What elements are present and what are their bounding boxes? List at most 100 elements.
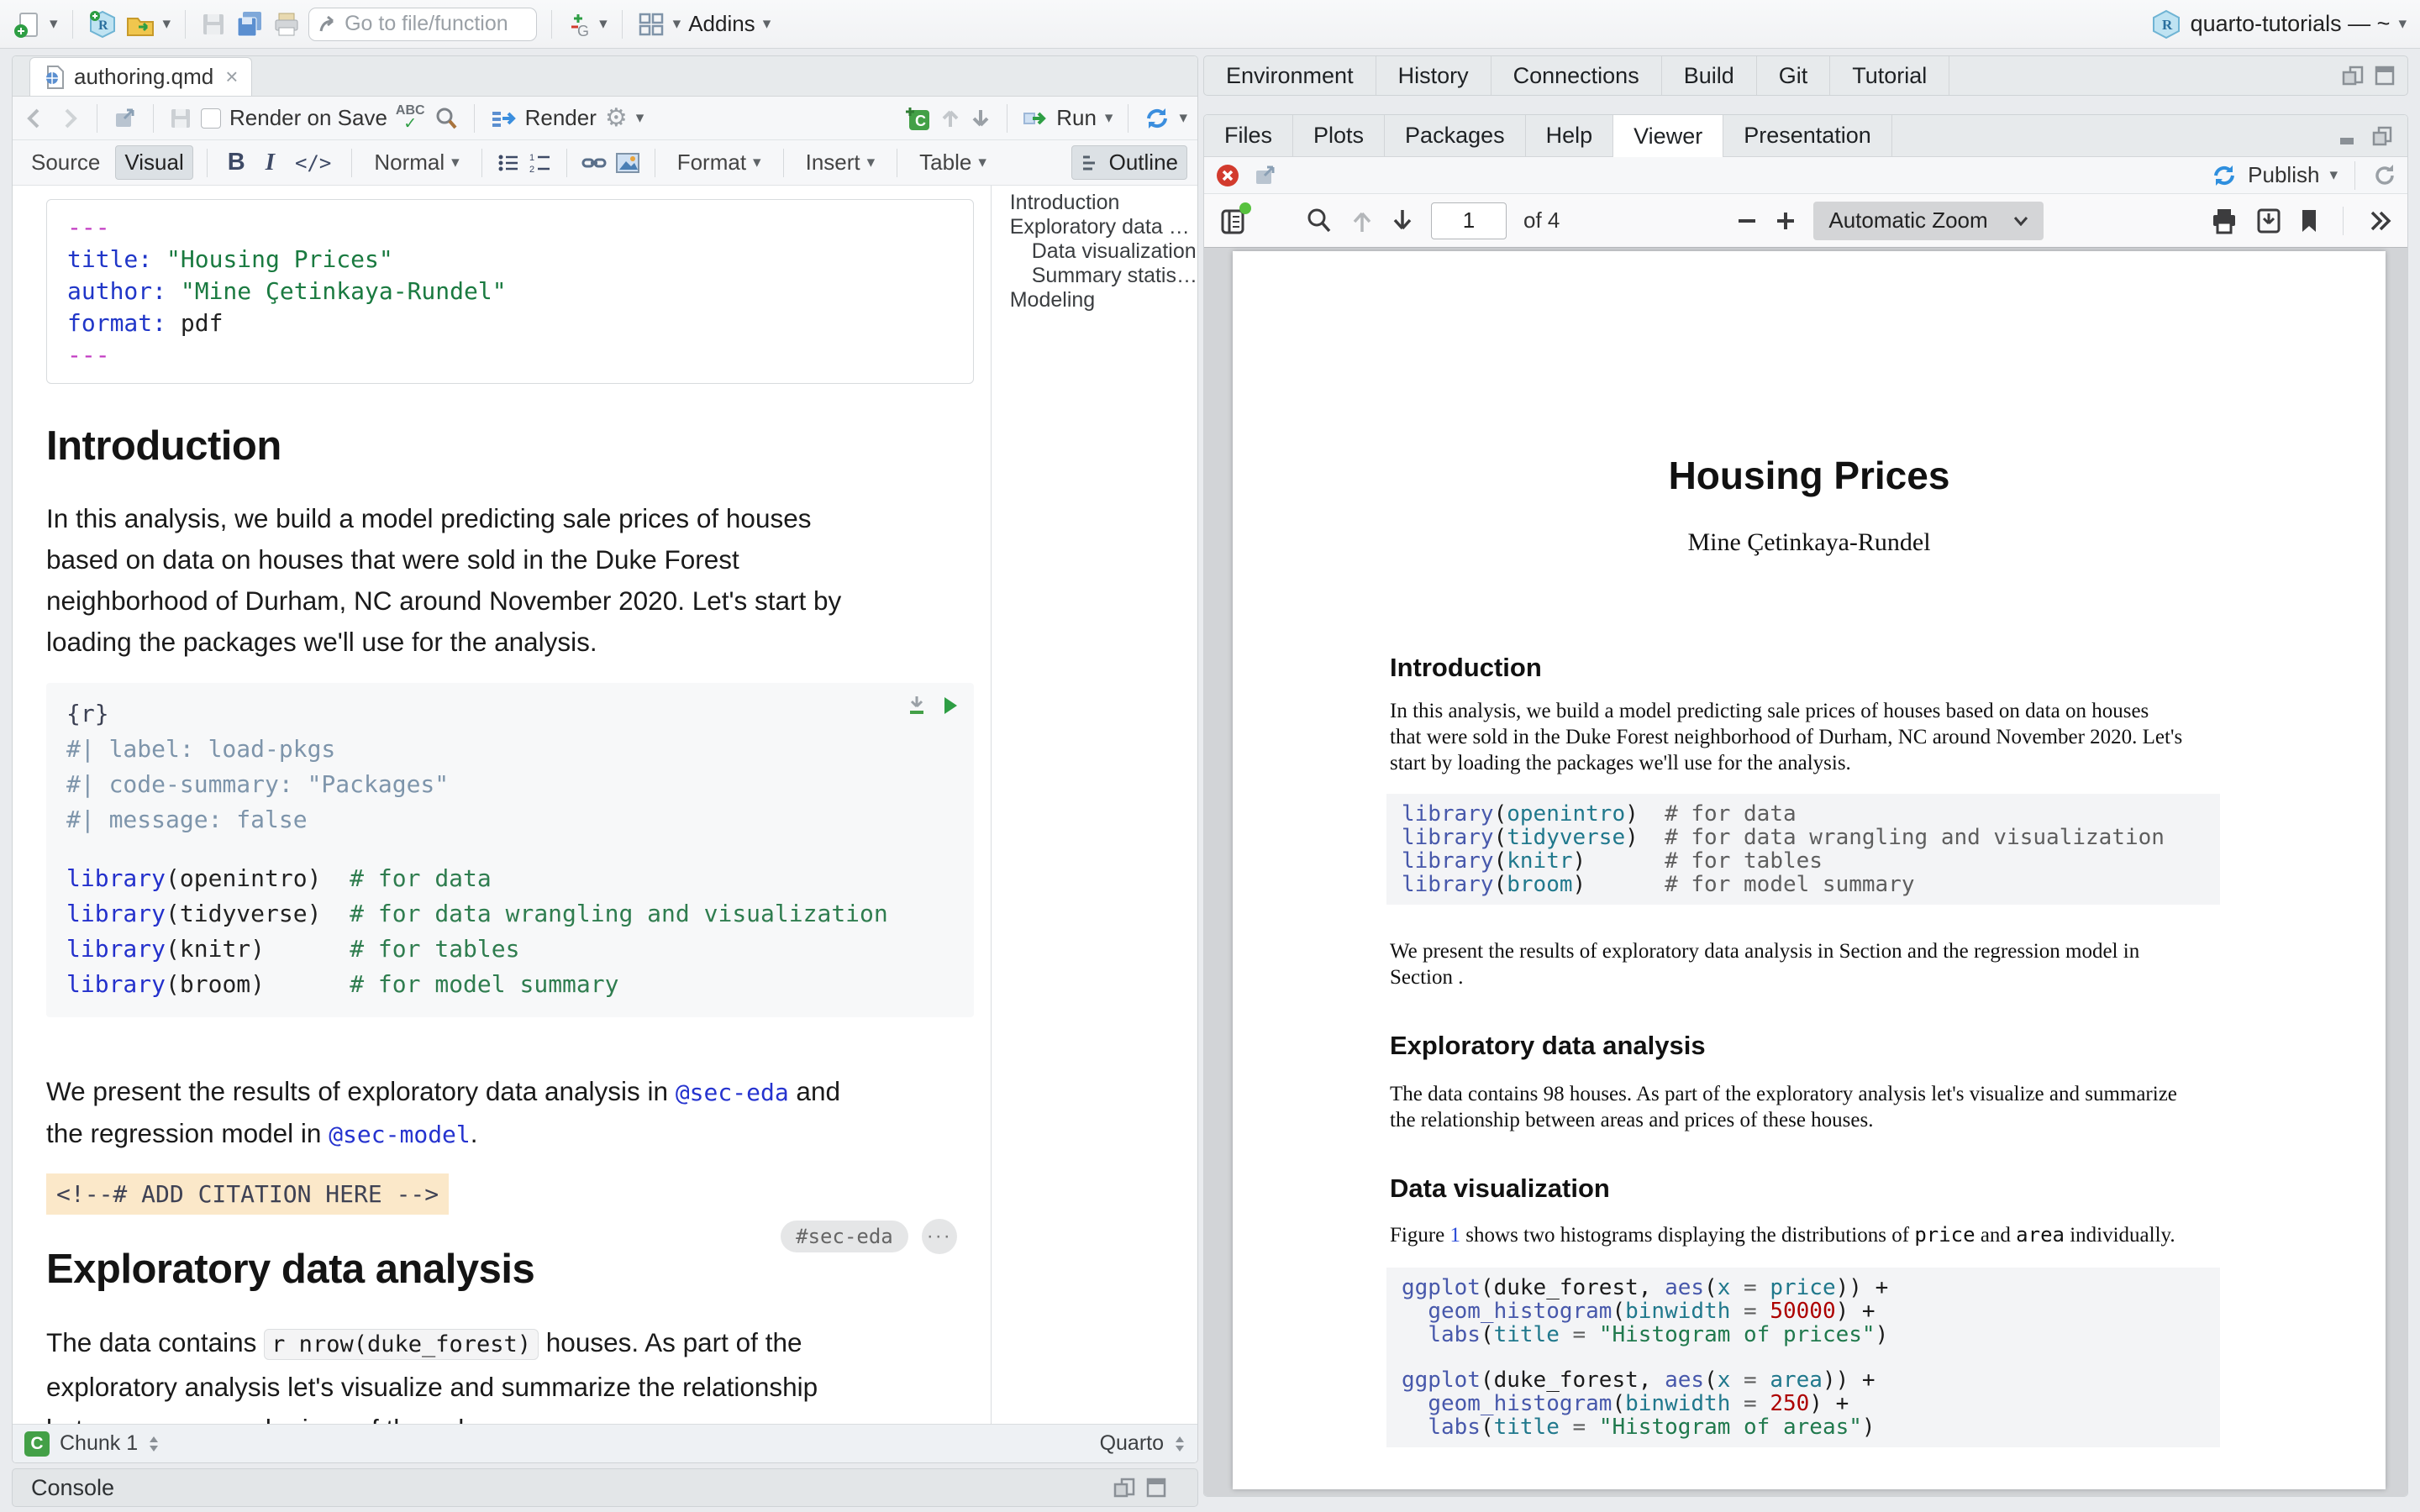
tab-plots[interactable]: Plots xyxy=(1293,115,1385,156)
print-icon[interactable] xyxy=(272,11,301,38)
gear-icon[interactable]: ⚙ xyxy=(605,103,628,133)
pdf-viewer-canvas[interactable]: Housing Prices Mine Çetinkaya-Rundel Int… xyxy=(1204,248,2407,1496)
outline-item-modeling[interactable]: Modeling xyxy=(1010,288,1197,312)
run-icon[interactable] xyxy=(1023,107,1048,130)
pdf-previous-page-icon[interactable] xyxy=(1350,207,1374,235)
link-icon[interactable] xyxy=(581,151,608,175)
tab-environment[interactable]: Environment xyxy=(1204,56,1376,95)
run-chunks-above-icon[interactable] xyxy=(907,695,927,717)
save-icon[interactable] xyxy=(200,11,227,38)
open-in-new-window-icon[interactable] xyxy=(1253,164,1278,187)
tab-viewer[interactable]: Viewer xyxy=(1613,115,1723,157)
tab-history[interactable]: History xyxy=(1376,56,1491,95)
maximize-pane-icon[interactable] xyxy=(1145,1476,1167,1499)
bold-button[interactable]: B xyxy=(221,149,252,176)
source-rerun-caret[interactable]: ▾ xyxy=(1179,110,1187,126)
goto-file-input[interactable] xyxy=(345,12,521,36)
source-mode-button[interactable]: Source xyxy=(23,146,108,179)
tab-close-icon[interactable]: × xyxy=(225,64,238,90)
run-button[interactable]: Run xyxy=(1056,105,1097,131)
citation-comment[interactable]: <!--# ADD CITATION HERE --> xyxy=(46,1173,449,1215)
pdf-page-number-input[interactable] xyxy=(1431,202,1507,239)
render-on-save-checkbox[interactable] xyxy=(201,108,221,129)
version-control-icon[interactable]: G xyxy=(566,8,592,40)
outline-item-summary-statistics[interactable]: Summary statis… xyxy=(1010,264,1197,288)
pdf-more-tools-icon[interactable] xyxy=(2367,209,2392,233)
render-options-caret[interactable]: ▾ xyxy=(636,110,644,126)
r-code-chunk[interactable]: {r} #| label: load-pkgs #| code-summary:… xyxy=(46,683,974,1017)
visual-editor-canvas[interactable]: --- title: "Housing Prices" author: "Min… xyxy=(13,186,992,1424)
maximize-pane-icon[interactable] xyxy=(2370,124,2396,148)
minimize-pane-icon[interactable] xyxy=(2337,124,2362,148)
pdf-sidebar-toggle-icon[interactable] xyxy=(1219,206,1248,236)
minimize-pane-icon[interactable] xyxy=(2340,64,2365,87)
forward-icon[interactable] xyxy=(56,107,82,130)
pdf-zoom-out-icon[interactable] xyxy=(1736,210,1758,232)
chunk-spinner-icon[interactable] xyxy=(148,1435,160,1453)
back-icon[interactable] xyxy=(23,107,48,130)
search-icon[interactable] xyxy=(434,106,459,131)
outline-item-eda[interactable]: Exploratory data … xyxy=(1010,215,1197,239)
publish-caret[interactable]: ▾ xyxy=(2329,167,2338,183)
outline-toggle-button[interactable]: Outline xyxy=(1071,145,1187,180)
go-down-icon[interactable] xyxy=(970,107,992,130)
minimize-pane-icon[interactable] xyxy=(1112,1476,1137,1499)
tab-build[interactable]: Build xyxy=(1662,56,1757,95)
section-id-badge[interactable]: #sec-eda xyxy=(781,1221,908,1252)
insert-chunk-icon[interactable]: C xyxy=(902,105,931,132)
tab-connections[interactable]: Connections xyxy=(1491,56,1662,95)
project-menu-button[interactable]: R quarto-tutorials — ~ ▾ xyxy=(2150,8,2407,40)
code-button[interactable]: </> xyxy=(288,151,338,175)
save-icon-editor[interactable] xyxy=(169,107,192,130)
go-up-icon[interactable] xyxy=(939,107,961,130)
stop-viewer-icon[interactable] xyxy=(1214,162,1241,189)
workspace-panes-caret[interactable]: ▾ xyxy=(673,16,681,32)
tab-help[interactable]: Help xyxy=(1526,115,1614,156)
popout-icon[interactable] xyxy=(113,107,138,130)
italic-button[interactable]: I xyxy=(259,149,281,176)
yaml-metadata-block[interactable]: --- title: "Housing Prices" author: "Min… xyxy=(46,199,974,384)
bullet-list-icon[interactable] xyxy=(496,151,521,175)
pdf-print-icon[interactable] xyxy=(2210,207,2238,235)
chunk-position-label[interactable]: Chunk 1 xyxy=(60,1431,138,1456)
outline-item-data-visualization[interactable]: Data visualization xyxy=(1010,239,1197,264)
workspace-panes-icon[interactable] xyxy=(637,11,666,38)
new-project-icon[interactable]: R xyxy=(87,9,118,39)
image-icon[interactable] xyxy=(614,151,641,175)
render-icon[interactable] xyxy=(490,107,517,130)
source-rerun-icon[interactable] xyxy=(1144,105,1171,132)
run-caret[interactable]: ▾ xyxy=(1105,110,1113,126)
numbered-list-icon[interactable]: 12 xyxy=(528,151,553,175)
version-control-caret[interactable]: ▾ xyxy=(599,16,608,32)
tab-tutorial[interactable]: Tutorial xyxy=(1830,56,1949,95)
visual-mode-button[interactable]: Visual xyxy=(115,145,192,180)
insert-menu[interactable]: Insert▾ xyxy=(797,146,884,179)
pdf-bookmark-icon[interactable] xyxy=(2299,207,2319,234)
format-menu[interactable]: Format▾ xyxy=(669,146,770,179)
pdf-zoom-in-icon[interactable] xyxy=(1775,210,1797,232)
spellcheck-icon[interactable]: ABC✓ xyxy=(396,105,425,131)
pdf-next-page-icon[interactable] xyxy=(1391,207,1414,235)
tab-authoring-qmd[interactable]: authoring.qmd × xyxy=(29,57,252,96)
maximize-pane-icon[interactable] xyxy=(2374,64,2396,87)
new-file-icon[interactable] xyxy=(13,10,42,39)
outline-item-introduction[interactable]: Introduction xyxy=(1010,191,1197,215)
mode-spinner-icon[interactable] xyxy=(1174,1435,1186,1453)
publish-button[interactable]: Publish xyxy=(2248,162,2319,188)
console-pane-header[interactable]: Console xyxy=(12,1468,1198,1507)
pdf-download-icon[interactable] xyxy=(2255,207,2282,235)
refresh-viewer-icon[interactable] xyxy=(2372,163,2397,188)
section-options-button[interactable]: ··· xyxy=(922,1219,957,1254)
tab-presentation[interactable]: Presentation xyxy=(1723,115,1892,156)
run-chunk-icon[interactable] xyxy=(942,696,959,716)
open-file-icon[interactable] xyxy=(125,10,155,39)
tab-packages[interactable]: Packages xyxy=(1385,115,1526,156)
addins-menu[interactable]: Addins xyxy=(688,11,755,37)
document-mode-label[interactable]: Quarto xyxy=(1100,1431,1164,1456)
pdf-search-icon[interactable] xyxy=(1305,207,1334,235)
save-all-icon[interactable] xyxy=(234,10,265,39)
paragraph-style-select[interactable]: Normal▾ xyxy=(366,146,467,179)
new-file-caret[interactable]: ▾ xyxy=(50,16,58,32)
open-file-caret[interactable]: ▾ xyxy=(163,16,171,32)
pdf-zoom-select[interactable]: Automatic Zoom xyxy=(1813,202,2043,240)
